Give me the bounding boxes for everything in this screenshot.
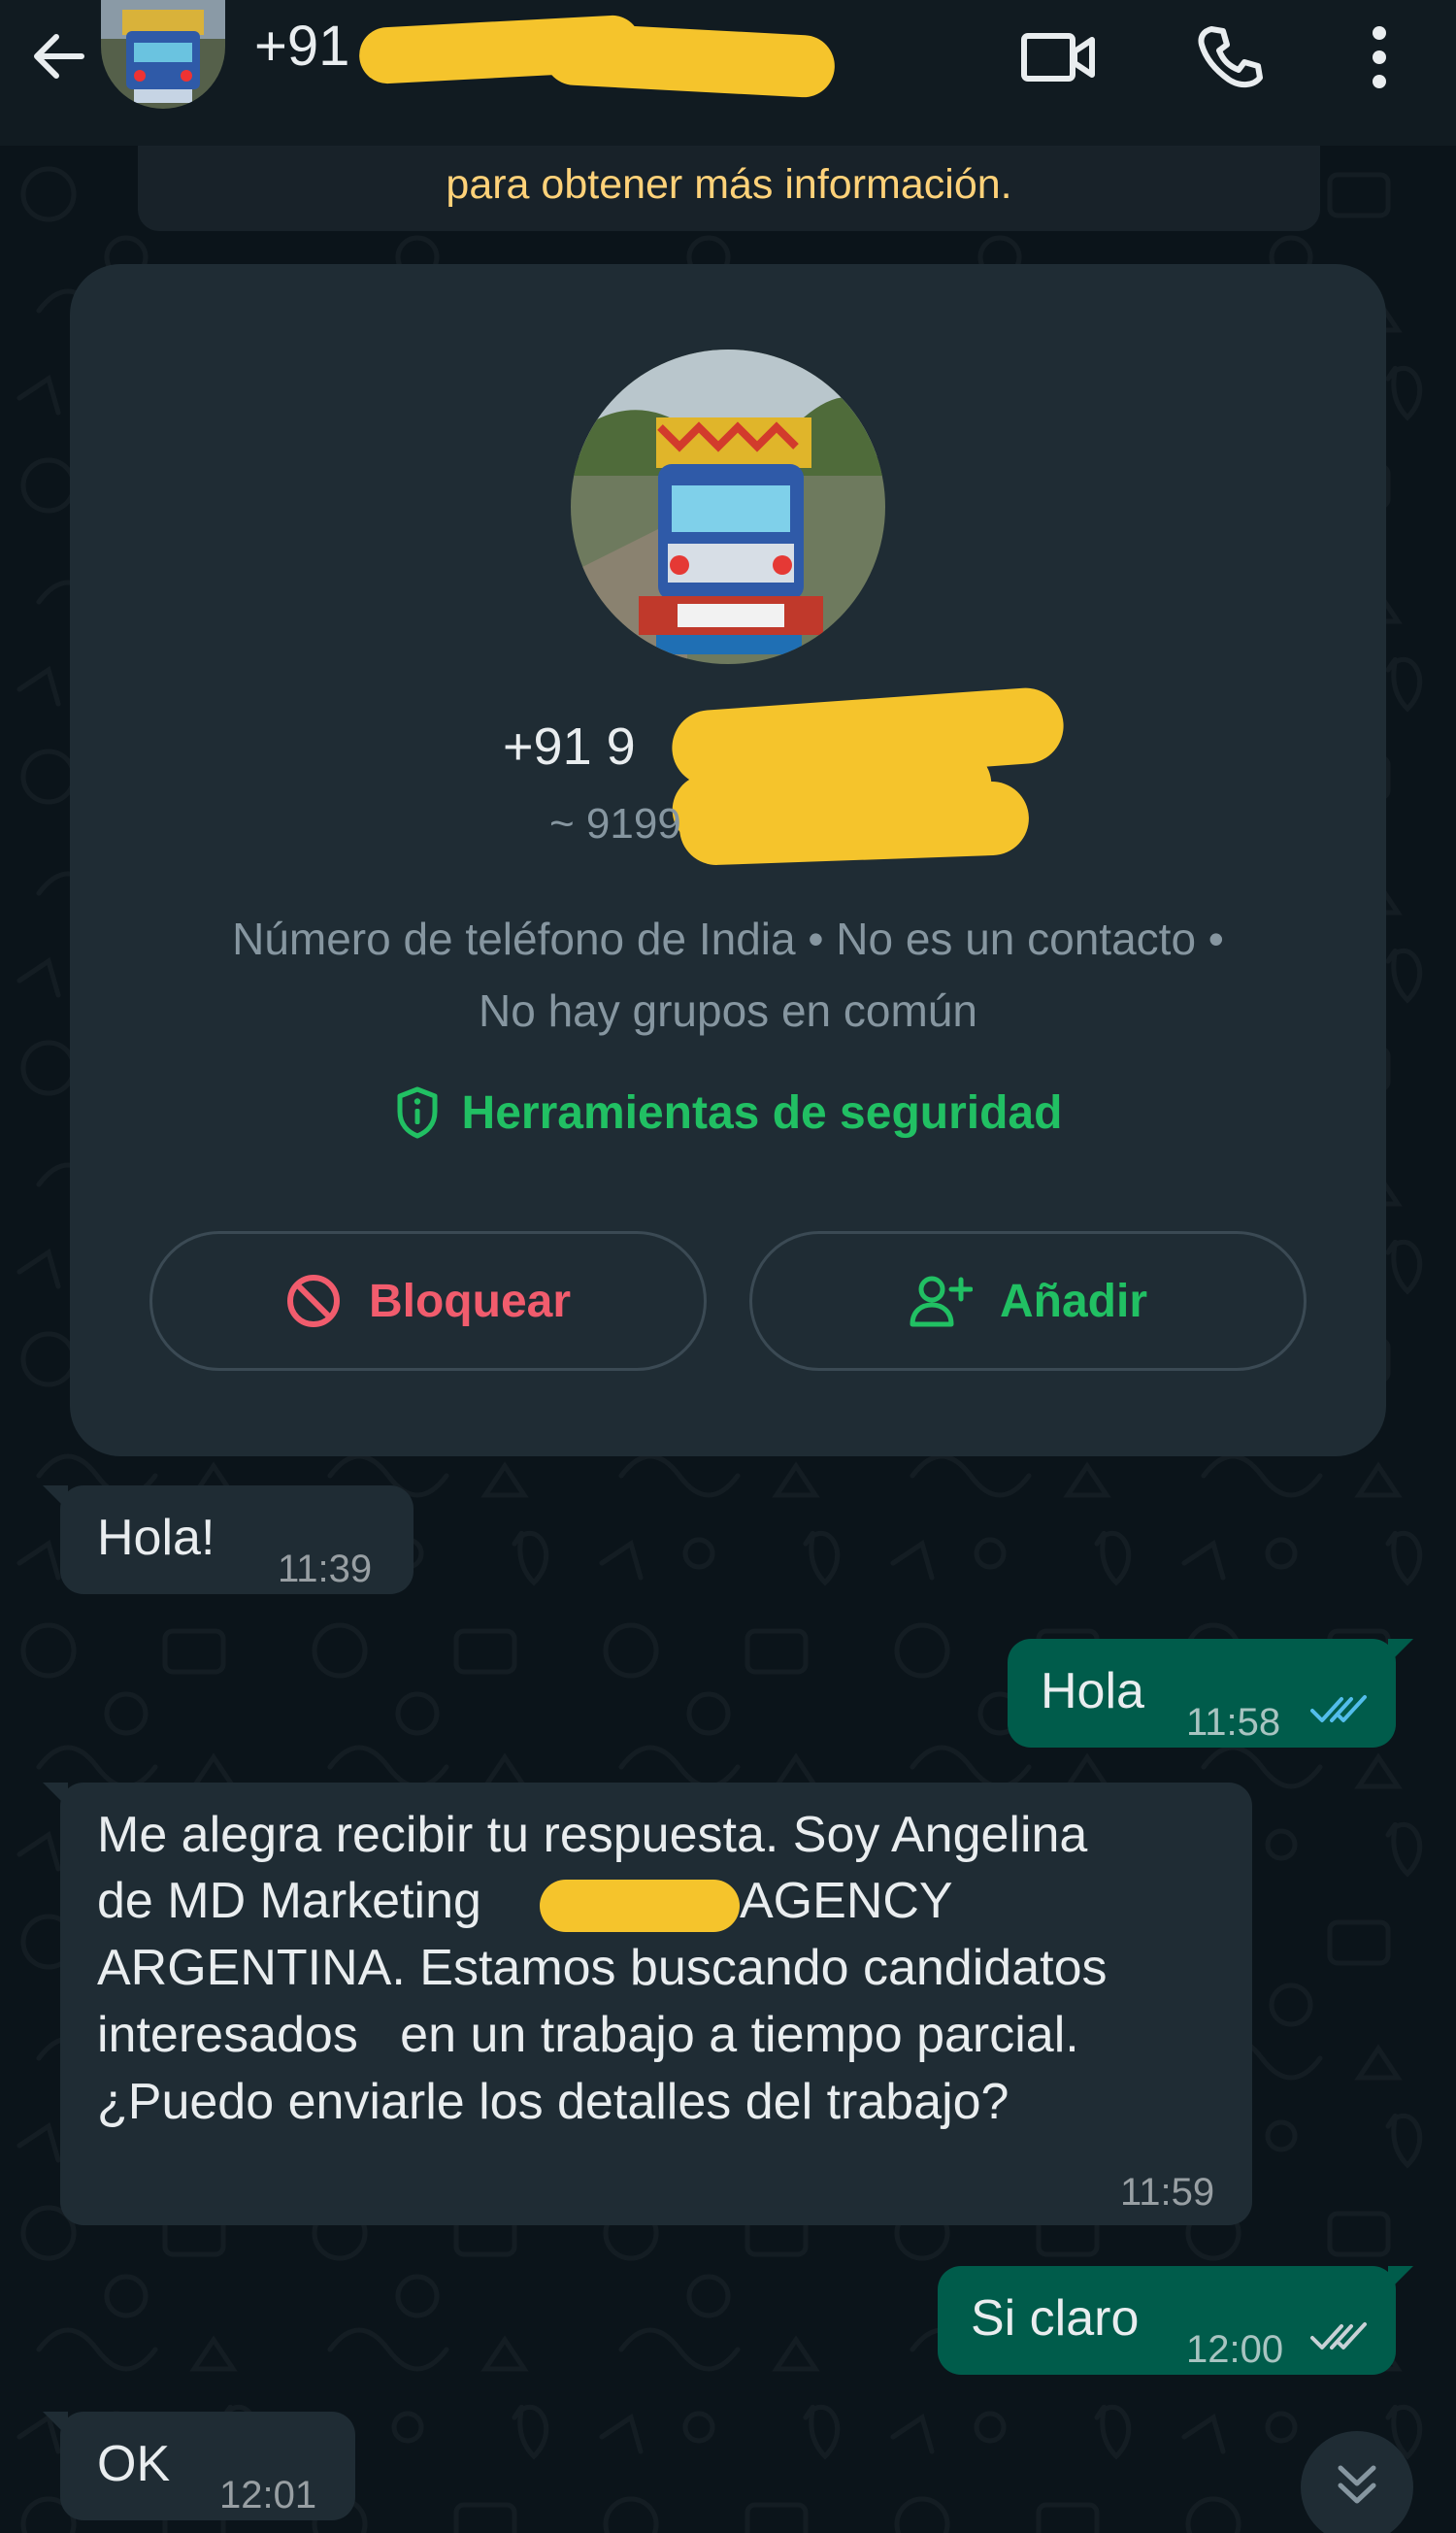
double-chevron-down-icon [1338,2465,1376,2504]
block-icon [286,1275,340,1327]
notice-text: para obtener más información. [446,161,1012,208]
contact-push-name: ~ 9199 [549,800,681,848]
add-person-icon [910,1276,973,1327]
contact-title[interactable]: +91 [254,14,349,79]
message-line: AGENCY [740,1873,953,1929]
message-text: Hola! [97,1510,215,1566]
add-contact-label: Añadir [999,1275,1147,1327]
block-label: Bloquear [368,1275,572,1327]
message-line: interesados en un trabajo a tiempo parci… [97,2007,1079,2063]
phone-icon [1198,26,1263,87]
encryption-notice[interactable]: para obtener más información. [138,144,1320,231]
read-receipt-icon [1310,1695,1367,1722]
bubble-tail [43,2412,68,2437]
shield-info-icon [397,1086,438,1139]
message-time: 11:59 [1120,2171,1215,2214]
scroll-to-bottom-button[interactable] [1301,2431,1413,2533]
message-text: OK [97,2436,171,2492]
video-call-button[interactable] [1015,14,1103,101]
add-contact-button[interactable]: Añadir [749,1231,1307,1371]
arrow-left-icon [34,34,84,79]
message-bubble-outgoing[interactable]: Hola 11:58 [1008,1639,1413,1748]
video-call-icon [1021,33,1095,82]
menu-button[interactable] [1336,14,1423,101]
back-button[interactable] [21,19,95,93]
bubble-tail [43,1485,68,1511]
truck-photo-thumbnail [101,0,225,109]
contact-phone-number: +91 9 [503,717,636,776]
bubble-tail [1388,2266,1413,2291]
message-line: Me alegra recibir tu respuesta. Soy Ange… [97,1807,1088,1863]
message-time: 12:00 [1186,2328,1284,2371]
message-text: Si claro [971,2290,1140,2347]
contact-info-card: +91 9 ~ 9199 Número de teléfono de India… [70,264,1386,1456]
redaction-mark [540,1880,740,1932]
voice-call-button[interactable] [1186,14,1274,101]
chat-screen: +91 para obtener más información. +91 9 … [0,0,1456,2533]
message-line: ¿Puedo enviarle los detalles del trabajo… [97,2074,1009,2130]
contact-avatar-small[interactable] [101,0,225,109]
message-line: de MD Marketing [97,1873,481,1929]
message-bubble-incoming[interactable]: Hola! 11:39 [43,1485,414,1594]
chat-header: +91 [0,0,1456,146]
contact-info-line-2: No hay grupos en común [479,985,977,1036]
contact-avatar-large[interactable] [571,350,885,664]
read-receipt-icon [1310,2322,1367,2350]
bubble-tail [43,1783,68,1808]
security-tools-link[interactable]: Herramientas de seguridad [70,1085,1386,1140]
truck-photo [571,350,885,664]
message-bubble-outgoing[interactable]: Si claro 12:00 [938,2266,1413,2375]
message-bubble-incoming[interactable]: Me alegra recibir tu respuesta. Soy Ange… [43,1783,1252,2225]
block-button[interactable]: Bloquear [149,1231,707,1371]
redaction-mark [678,780,1031,867]
contact-info-line-1: Número de teléfono de India • No es un c… [232,914,1224,964]
message-bubble-incoming[interactable]: OK 12:01 [43,2412,355,2520]
message-text: Hola [1041,1663,1144,1719]
bubble-tail [1388,1639,1413,1664]
message-time: 11:39 [278,1548,373,1590]
redaction-mark [542,21,837,99]
message-time: 11:58 [1186,1701,1281,1744]
security-tools-label: Herramientas de seguridad [461,1086,1063,1139]
more-vert-icon [1373,26,1386,88]
message-line: ARGENTINA. Estamos buscando candidatos [97,1940,1108,1996]
message-time: 12:01 [219,2474,317,2516]
